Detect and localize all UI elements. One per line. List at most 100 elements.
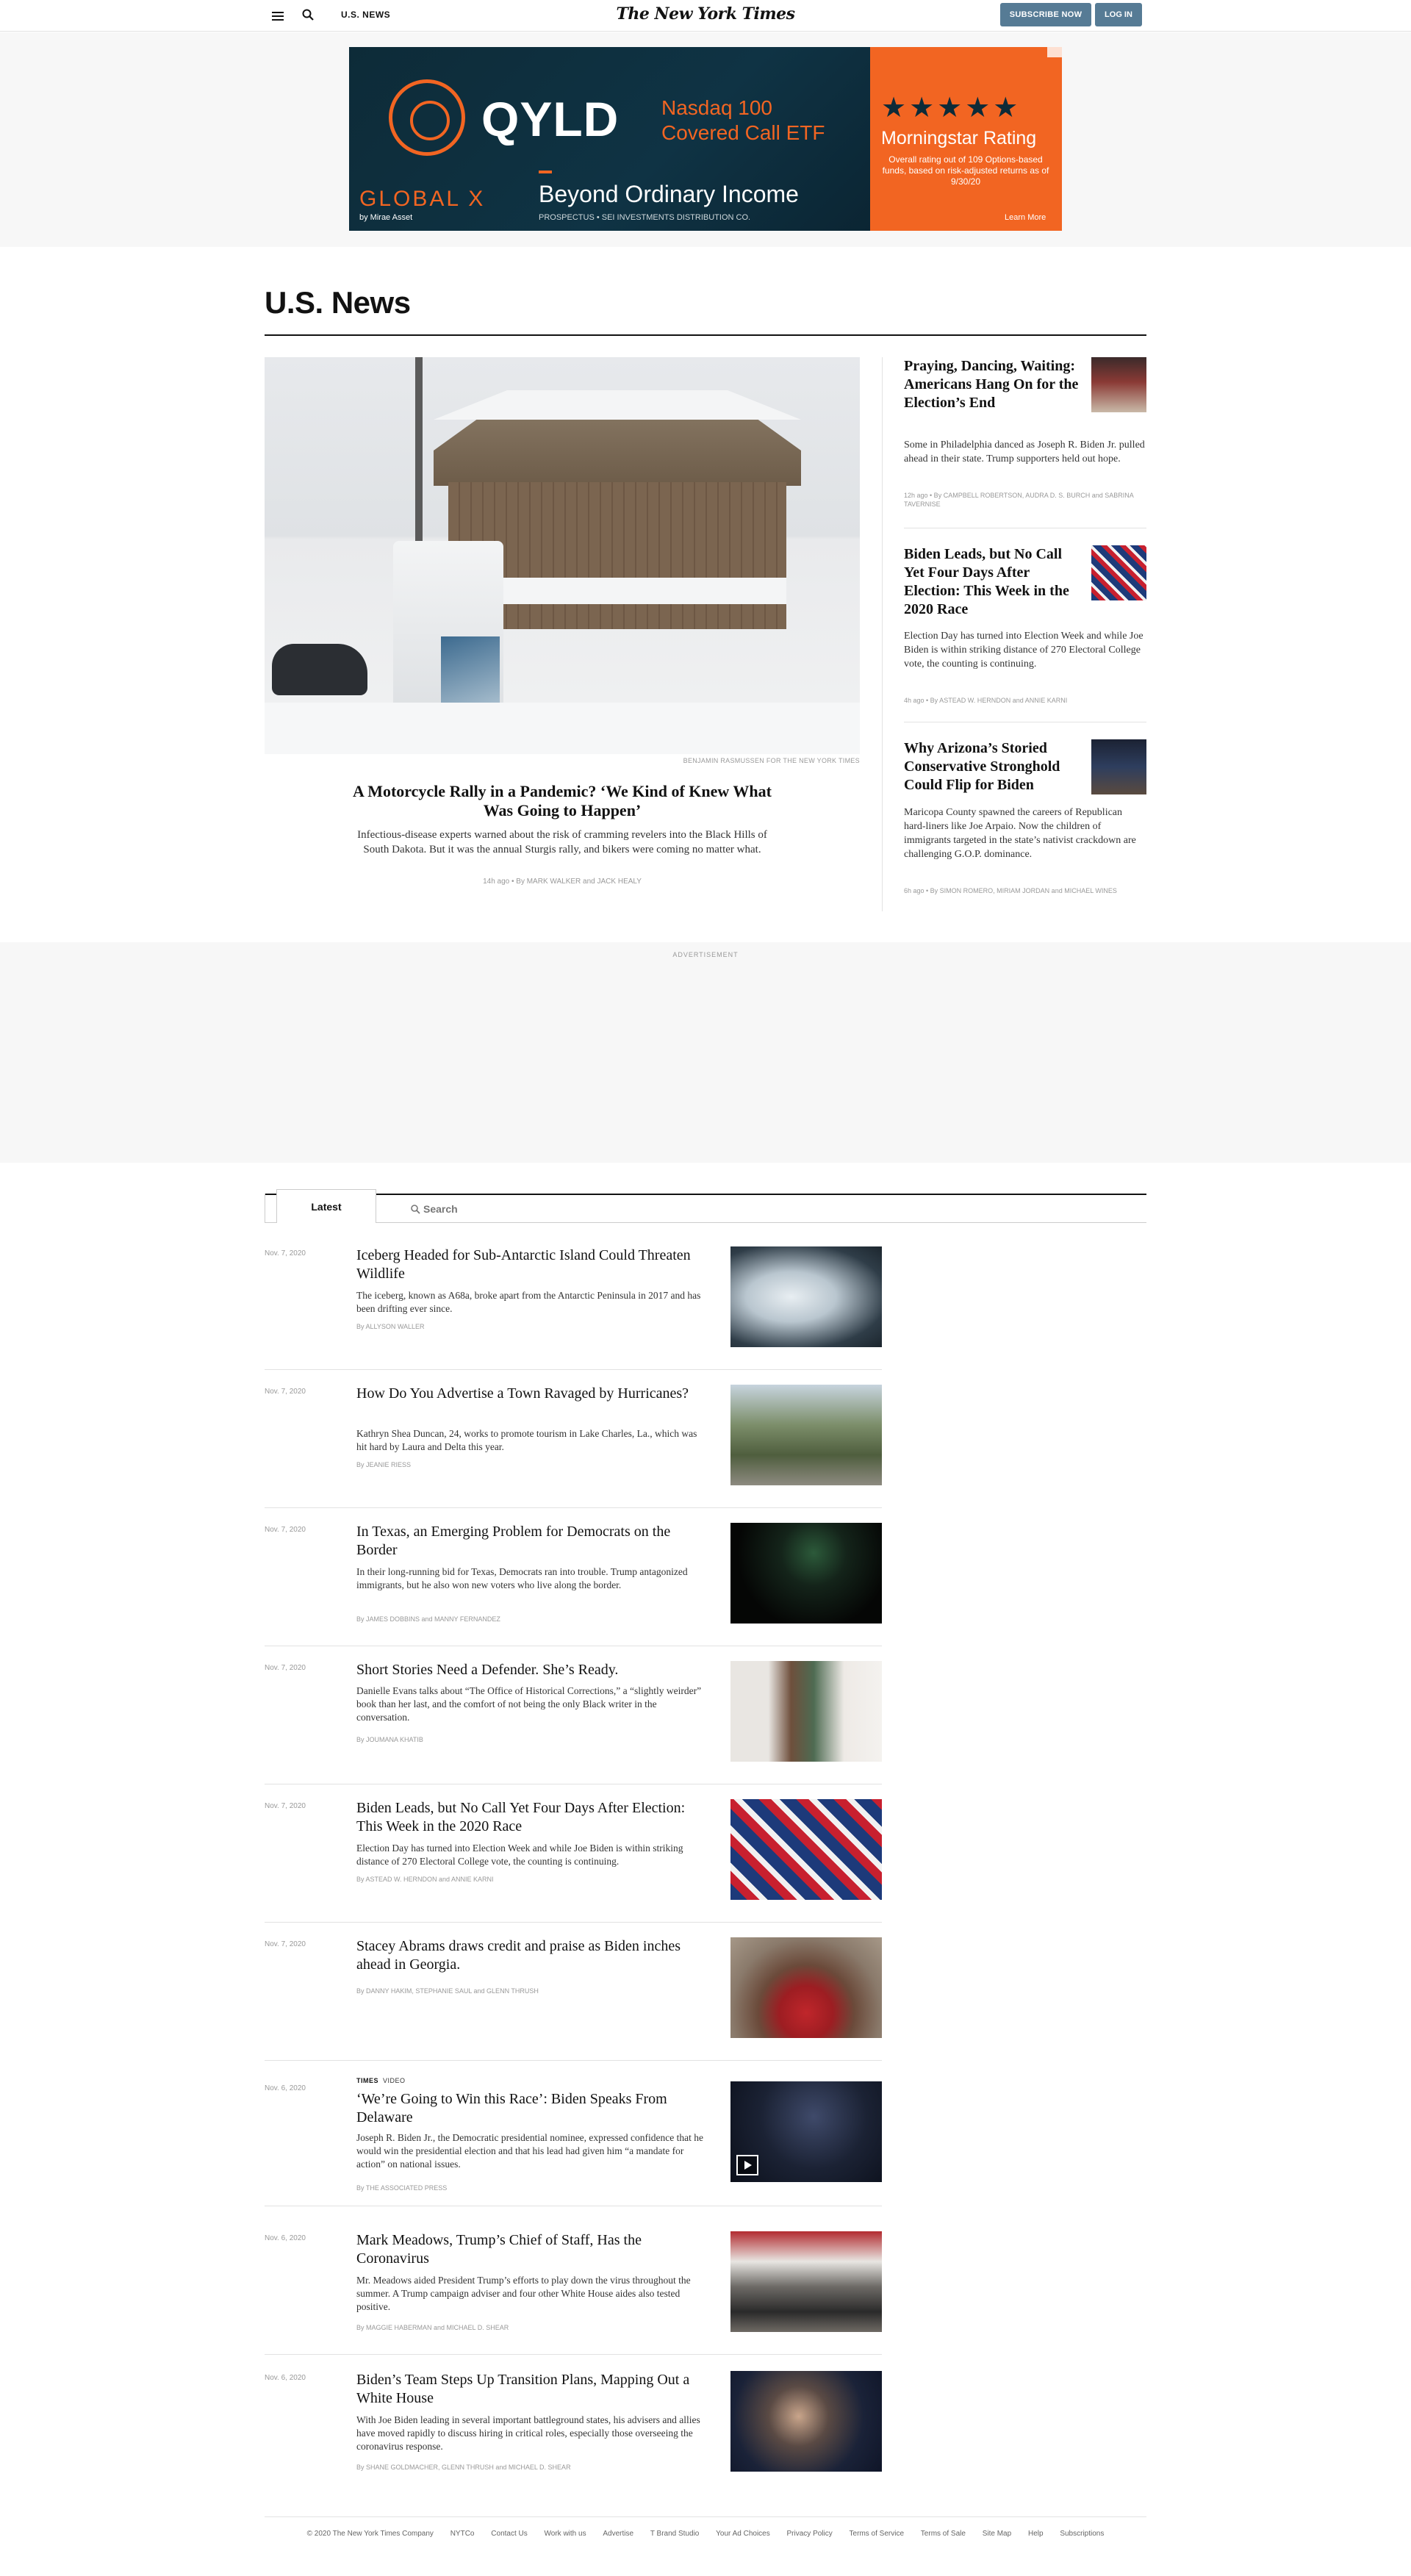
- item-headline[interactable]: Short Stories Need a Defender. She’s Rea…: [356, 1661, 709, 1679]
- side-story-thumbnail[interactable]: [1091, 545, 1146, 600]
- footer-link[interactable]: T Brand Studio: [650, 2530, 700, 2538]
- item-headline[interactable]: ‘We’re Going to Win this Race’: Biden Sp…: [356, 2090, 709, 2127]
- item-thumbnail[interactable]: [730, 1799, 882, 1900]
- page-title: U.S. News: [265, 285, 411, 320]
- item-thumbnail[interactable]: [730, 1661, 882, 1762]
- item-thumbnail[interactable]: [730, 1246, 882, 1347]
- nyt-logo[interactable]: The New York Times: [616, 4, 795, 24]
- side-story-thumbnail[interactable]: [1091, 357, 1146, 412]
- section-link[interactable]: U.S. NEWS: [341, 10, 390, 20]
- item-date: Nov. 7, 2020: [265, 1940, 306, 1948]
- lead-summary: Infectious-disease experts warned about …: [357, 829, 767, 855]
- search-input[interactable]: [403, 1201, 697, 1217]
- item-headline[interactable]: Biden Leads, but No Call Yet Four Days A…: [356, 1799, 709, 1836]
- item-byline: By JEANIE RIESS: [356, 1461, 412, 1468]
- kicker-times: TIMES: [356, 2077, 379, 2084]
- item-summary: Election Day has turned into Election We…: [356, 1843, 683, 1867]
- play-icon[interactable]: [736, 2155, 758, 2175]
- item-headline[interactable]: Stacey Abrams draws credit and praise as…: [356, 1937, 709, 1974]
- image-snow-ground: [265, 703, 860, 754]
- kicker-video: VIDEO: [383, 2077, 406, 2084]
- side-story-headline[interactable]: Praying, Dancing, Waiting: Americans Han…: [904, 357, 1080, 412]
- footer-link[interactable]: Terms of Sale: [921, 2530, 966, 2538]
- ad-rating-note: Overall rating out of 109 Options-based …: [882, 154, 1049, 187]
- top-ad-band: QYLD Nasdaq 100 Covered Call ETF GLOBAL …: [0, 32, 1411, 247]
- search-icon[interactable]: [301, 8, 315, 21]
- item-byline: By JAMES DOBBINS and MANNY FERNANDEZ: [356, 1615, 500, 1623]
- ad-choices-icon[interactable]: [1047, 47, 1062, 57]
- item-thumbnail[interactable]: [730, 1523, 882, 1624]
- item-date: Nov. 7, 2020: [265, 1388, 306, 1396]
- footer-link[interactable]: Advertise: [603, 2530, 633, 2538]
- ad-accent-bar: [539, 171, 552, 173]
- ad-brand-sub: by Mirae Asset: [359, 213, 413, 222]
- side-story-summary: Some in Philadelphia danced as Joseph R.…: [904, 440, 1145, 464]
- tab-stub: [265, 1194, 276, 1223]
- hamburger-menu-icon[interactable]: [272, 10, 284, 21]
- item-headline[interactable]: In Texas, an Emerging Problem for Democr…: [356, 1523, 709, 1560]
- item-thumbnail[interactable]: [730, 1385, 882, 1485]
- item-headline[interactable]: Mark Meadows, Trump’s Chief of Staff, Ha…: [356, 2231, 709, 2268]
- footer-link[interactable]: Contact Us: [491, 2530, 527, 2538]
- lead-meta: 14h ago • By MARK WALKER and JACK HEALY: [483, 878, 642, 886]
- tab-latest[interactable]: Latest: [276, 1189, 376, 1223]
- side-story-summary: Election Day has turned into Election We…: [904, 631, 1143, 670]
- login-button[interactable]: LOG IN: [1095, 3, 1142, 26]
- side-story-thumbnail[interactable]: [1091, 739, 1146, 794]
- footer-link[interactable]: Site Map: [983, 2530, 1011, 2538]
- column-divider: [882, 357, 883, 911]
- video-thumbnail[interactable]: [730, 2081, 882, 2182]
- side-story-summary: Maricopa County spawned the careers of R…: [904, 807, 1136, 860]
- ad-fund-line1: Nasdaq 100: [661, 96, 773, 119]
- item-summary: Mr. Meadows aided President Trump’s effo…: [356, 2275, 691, 2312]
- footer-divider: [265, 2516, 1146, 2517]
- footer-link[interactable]: Your Ad Choices: [716, 2530, 770, 2538]
- title-divider: [265, 334, 1146, 336]
- footer: © 2020 The New York Times Company NYTCo …: [0, 2530, 1411, 2538]
- lead-headline[interactable]: A Motorcycle Rally in a Pandemic? ‘We Ki…: [353, 782, 772, 820]
- side-story-headline[interactable]: Biden Leads, but No Call Yet Four Days A…: [904, 545, 1080, 619]
- item-summary: The iceberg, known as A68a, broke apart …: [356, 1290, 701, 1314]
- footer-link[interactable]: Subscriptions: [1060, 2530, 1104, 2538]
- item-byline: By JOUMANA KHATIB: [356, 1736, 423, 1743]
- item-date: Nov. 6, 2020: [265, 2234, 306, 2242]
- item-thumbnail[interactable]: [730, 2371, 882, 2472]
- subscribe-button[interactable]: SUBSCRIBE NOW: [1000, 3, 1091, 26]
- image-roof-snow: [434, 390, 801, 420]
- item-byline: By SHANE GOLDMACHER, GLENN THRUSH and MI…: [356, 2464, 571, 2471]
- globalx-circle-icon: [389, 79, 465, 156]
- item-headline[interactable]: Biden’s Team Steps Up Transition Plans, …: [356, 2371, 709, 2408]
- footer-link[interactable]: Help: [1028, 2530, 1044, 2538]
- ad-learn-more[interactable]: Learn More: [1005, 213, 1046, 222]
- ad-fund-name: Nasdaq 100 Covered Call ETF: [661, 96, 825, 146]
- ad-tagline: Beyond Ordinary Income: [539, 181, 799, 207]
- footer-link[interactable]: Terms of Service: [850, 2530, 904, 2538]
- item-thumbnail[interactable]: [730, 2231, 882, 2332]
- lead-story-image[interactable]: [265, 357, 860, 754]
- ad-fund-line2: Covered Call ETF: [661, 121, 825, 144]
- item-byline: By ALLYSON WALLER: [356, 1323, 425, 1330]
- footer-link[interactable]: Privacy Policy: [787, 2530, 833, 2538]
- item-thumbnail[interactable]: [730, 1937, 882, 2038]
- footer-link[interactable]: NYTCo: [450, 2530, 475, 2538]
- ad-ticker: QYLD: [481, 92, 620, 146]
- side-story-meta: 4h ago • By ASTEAD W. HERNDON and ANNIE …: [904, 697, 1068, 704]
- item-byline: By THE ASSOCIATED PRESS: [356, 2184, 448, 2192]
- item-date: Nov. 7, 2020: [265, 1249, 306, 1257]
- item-headline[interactable]: Iceberg Headed for Sub-Antarctic Island …: [356, 1246, 709, 1283]
- item-byline: By MAGGIE HABERMAN and MICHAEL D. SHEAR: [356, 2324, 509, 2331]
- image-credit: BENJAMIN RASMUSSEN FOR THE NEW YORK TIME…: [683, 757, 860, 764]
- item-date: Nov. 6, 2020: [265, 2374, 306, 2382]
- footer-link[interactable]: Work with us: [545, 2530, 586, 2538]
- search-bar: [376, 1195, 1146, 1223]
- side-story-headline[interactable]: Why Arizona’s Storied Conservative Stron…: [904, 739, 1080, 794]
- item-divider: [265, 2060, 882, 2061]
- banner-ad[interactable]: QYLD Nasdaq 100 Covered Call ETF GLOBAL …: [349, 47, 1062, 231]
- ad-rating: Morningstar Rating: [881, 128, 1037, 148]
- item-summary: Danielle Evans talks about “The Office o…: [356, 1685, 702, 1723]
- item-summary: Joseph R. Biden Jr., the Democratic pres…: [356, 2132, 703, 2170]
- item-summary: In their long-running bid for Texas, Dem…: [356, 1566, 688, 1590]
- item-headline[interactable]: How Do You Advertise a Town Ravaged by H…: [356, 1385, 709, 1403]
- ad-brand: GLOBAL X: [359, 187, 486, 211]
- ad-prospectus[interactable]: PROSPECTUS • SEI INVESTMENTS DISTRIBUTIO…: [539, 213, 750, 222]
